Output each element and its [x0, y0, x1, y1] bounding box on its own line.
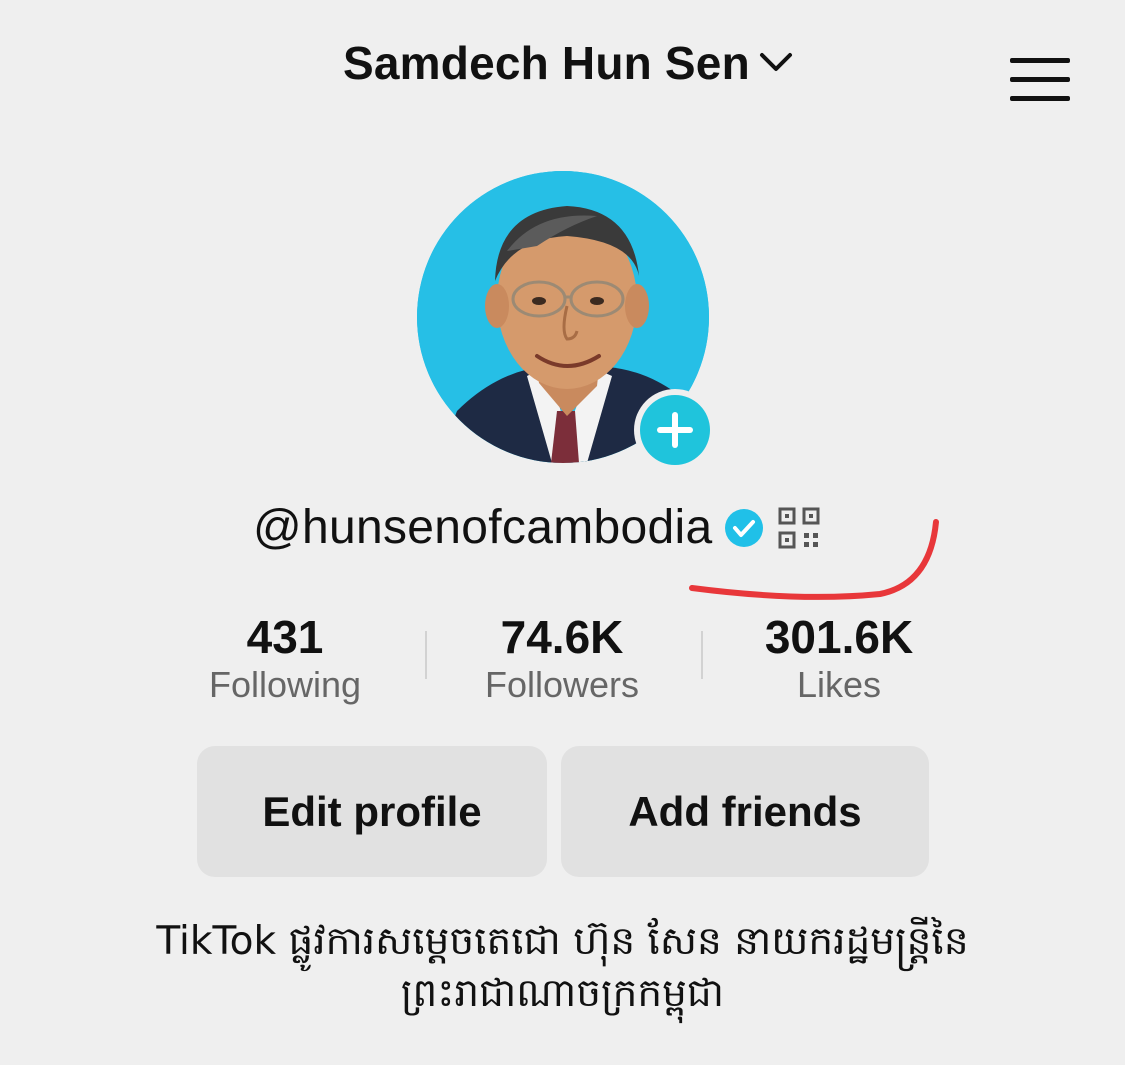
plus-icon [657, 412, 693, 448]
bio-line-2: ព្រះរាជាណាចក្រកម្ពុជា [400, 971, 725, 1016]
stat-following[interactable]: 431 Following [150, 607, 420, 707]
stat-value: 301.6K [764, 611, 914, 663]
account-name: Samdech Hun Sen [343, 37, 750, 89]
stat-label: Followers [484, 664, 640, 705]
profile-stats: 431 Following 74.6K Followers 301.6K Lik… [150, 607, 976, 717]
chevron-down-icon [759, 53, 792, 71]
stat-label: Likes [796, 664, 882, 705]
verified-check-icon [725, 509, 764, 547]
stat-likes[interactable]: 301.6K Likes [704, 607, 974, 707]
profile-bio: TikTok ផ្លូវការសម្ដេចតេជោ ហ៊ុន សែន នាយករ… [80, 916, 1045, 1020]
stat-followers[interactable]: 74.6K Followers [427, 607, 697, 707]
edit-profile-button[interactable]: Edit profile [197, 746, 547, 877]
add-friends-button[interactable]: Add friends [561, 746, 929, 877]
account-switcher[interactable]: Samdech Hun Sen [343, 34, 794, 92]
profile-page: Samdech Hun Sen @hunsenofcambodia 431 Fo… [0, 0, 1125, 1065]
stat-value: 74.6K [500, 611, 624, 663]
username-handle: @hunsenofcambodia [253, 501, 713, 554]
stat-label: Following [208, 664, 362, 705]
hamburger-menu-icon[interactable] [1008, 56, 1072, 106]
profile-header: Samdech Hun Sen [0, 30, 1125, 101]
bio-line-1: TikTok ផ្លូវការសម្ដេចតេជោ ហ៊ុន សែន នាយករ… [156, 919, 969, 964]
stat-divider [701, 631, 703, 679]
handle-row: @hunsenofcambodia [253, 498, 820, 558]
add-photo-button[interactable] [634, 389, 716, 471]
stat-value: 431 [246, 611, 324, 663]
qr-code-icon[interactable] [778, 507, 820, 549]
